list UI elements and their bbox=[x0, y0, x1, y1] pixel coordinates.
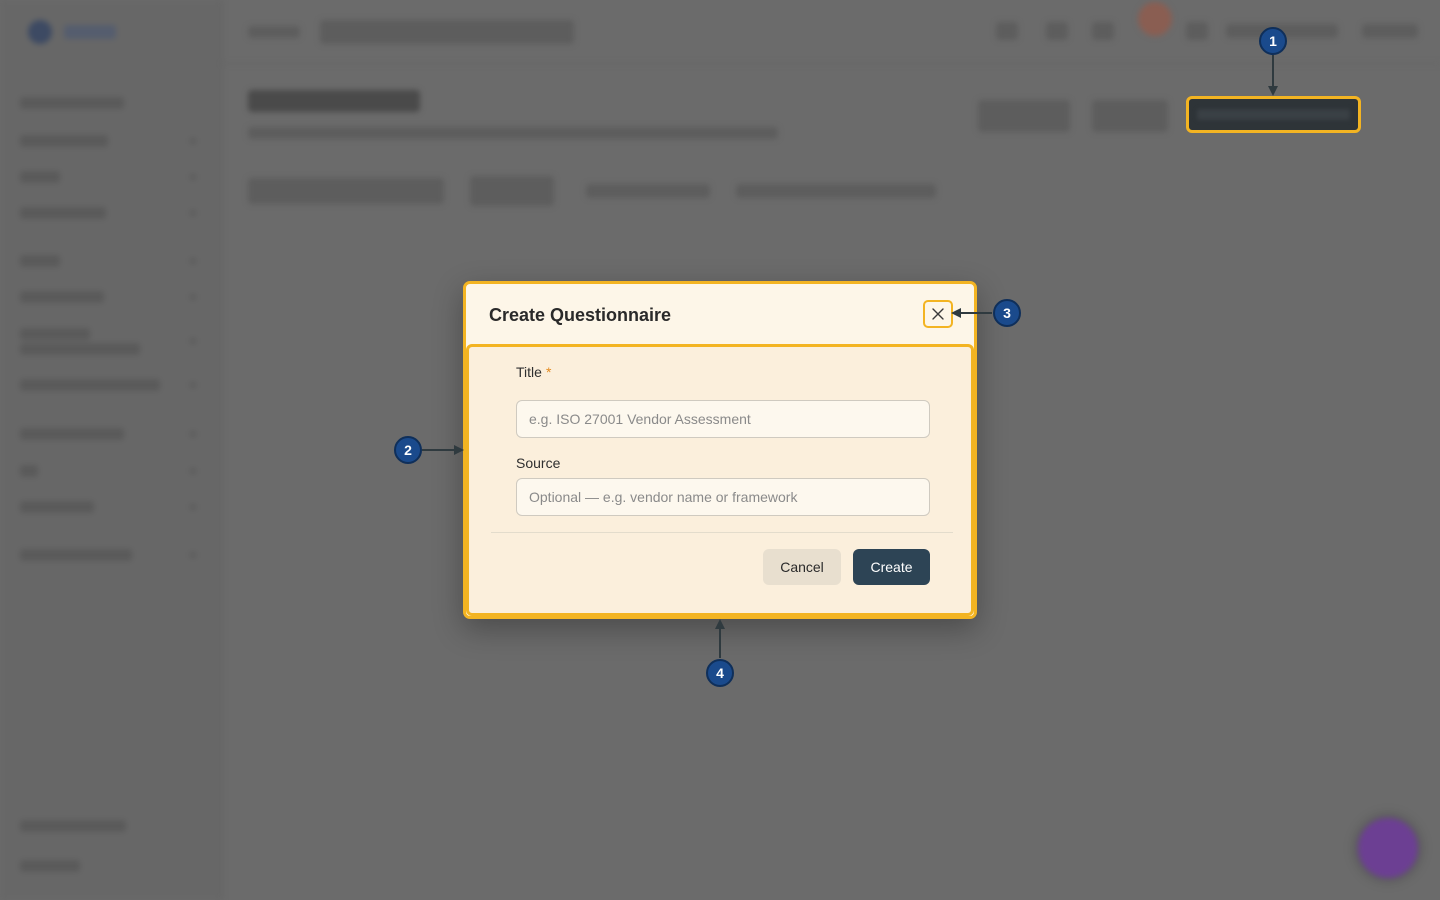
sidebar-item[interactable] bbox=[20, 97, 124, 109]
page-subtitle bbox=[248, 127, 778, 139]
annotation-marker-3: 3 bbox=[993, 299, 1021, 327]
search-bar[interactable] bbox=[320, 20, 574, 44]
sidebar-item[interactable] bbox=[20, 291, 104, 303]
sidebar-item[interactable] bbox=[20, 501, 94, 513]
sidebar-item[interactable] bbox=[20, 820, 126, 832]
toolbar-icon[interactable] bbox=[1046, 22, 1068, 40]
chevron-down-icon bbox=[190, 294, 196, 300]
create-button[interactable]: Create bbox=[853, 549, 930, 585]
source-label: Source bbox=[516, 455, 561, 471]
create-questionnaire-dialog: Create Questionnaire Title* Source Cance… bbox=[463, 281, 977, 619]
source-input[interactable] bbox=[516, 478, 930, 516]
chevron-down-icon bbox=[190, 174, 196, 180]
toolbar-icon[interactable] bbox=[1092, 22, 1114, 40]
footer-divider bbox=[491, 532, 953, 533]
sidebar-item[interactable] bbox=[20, 171, 60, 183]
new-questionnaire-button[interactable] bbox=[1186, 96, 1361, 133]
sidebar-item[interactable] bbox=[20, 428, 124, 440]
sidebar-item[interactable] bbox=[20, 549, 132, 561]
chat-bubble[interactable] bbox=[1358, 818, 1418, 878]
cancel-button[interactable]: Cancel bbox=[763, 549, 841, 585]
toolbar-link[interactable] bbox=[1362, 24, 1418, 38]
sidebar-item[interactable] bbox=[20, 465, 38, 477]
logo-wordmark bbox=[64, 25, 116, 39]
header-button[interactable] bbox=[1092, 100, 1168, 132]
sidebar-item[interactable] bbox=[20, 207, 106, 219]
dialog-body: Title* Source Cancel Create bbox=[466, 344, 974, 616]
dialog-header: Create Questionnaire bbox=[466, 284, 974, 346]
close-icon bbox=[932, 308, 944, 320]
chevron-down-icon bbox=[190, 138, 196, 144]
sidebar-item[interactable] bbox=[20, 379, 160, 391]
chevron-down-icon bbox=[190, 431, 196, 437]
page-title bbox=[248, 90, 420, 112]
dialog-title: Create Questionnaire bbox=[489, 305, 672, 325]
header-button[interactable] bbox=[978, 100, 1070, 132]
chevron-down-icon bbox=[190, 338, 196, 344]
sidebar-item[interactable] bbox=[20, 135, 108, 147]
title-label-text: Title bbox=[516, 364, 542, 380]
avatar[interactable] bbox=[1138, 2, 1172, 36]
logo-icon bbox=[28, 20, 52, 44]
required-marker: * bbox=[545, 364, 552, 380]
title-label: Title * bbox=[516, 364, 551, 380]
breadcrumb[interactable] bbox=[248, 26, 300, 38]
chevron-down-icon bbox=[190, 468, 196, 474]
sidebar bbox=[0, 0, 222, 900]
toolbar-icon[interactable] bbox=[996, 22, 1018, 40]
chevron-down-icon bbox=[190, 258, 196, 264]
chevron-down-icon bbox=[190, 210, 196, 216]
sidebar-item[interactable] bbox=[20, 343, 140, 355]
filter-tab[interactable] bbox=[470, 176, 554, 206]
title-input[interactable] bbox=[516, 400, 930, 438]
annotation-marker-2: 2 bbox=[394, 436, 422, 464]
app-logo bbox=[28, 20, 116, 44]
annotation-marker-4: 4 bbox=[706, 659, 734, 687]
chevron-down-icon bbox=[190, 552, 196, 558]
button-label-blurred bbox=[1197, 109, 1350, 120]
close-button[interactable] bbox=[923, 300, 953, 328]
chevron-down-icon bbox=[190, 382, 196, 388]
filter-dropdown[interactable] bbox=[586, 184, 710, 198]
filter-dropdown[interactable] bbox=[736, 184, 936, 198]
filter-search[interactable] bbox=[248, 178, 444, 204]
sidebar-item[interactable] bbox=[20, 860, 80, 872]
toolbar-icon[interactable] bbox=[1186, 22, 1208, 40]
sidebar-item[interactable] bbox=[20, 328, 90, 340]
sidebar-item[interactable] bbox=[20, 255, 60, 267]
annotation-marker-1: 1 bbox=[1259, 27, 1287, 55]
chevron-down-icon bbox=[190, 504, 196, 510]
